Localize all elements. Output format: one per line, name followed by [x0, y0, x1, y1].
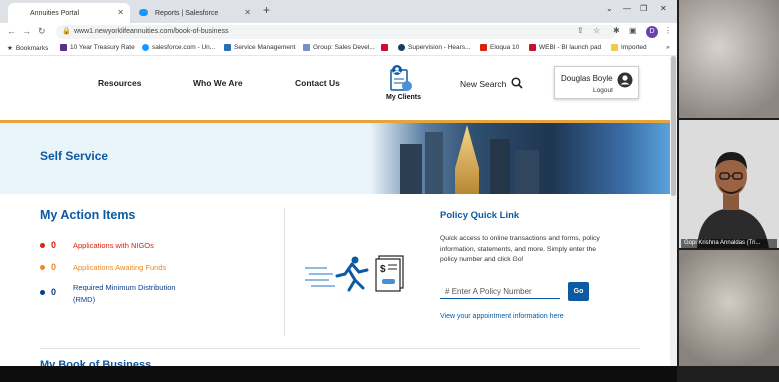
p-icon: [381, 44, 388, 51]
bookmark-item[interactable]: salesforce.com - Un...: [142, 44, 215, 51]
nav-who-we-are[interactable]: Who We Are: [193, 78, 243, 88]
action-count: 0: [51, 262, 57, 272]
policy-number-input[interactable]: # Enter A Policy Number: [440, 284, 560, 299]
nav-resources[interactable]: Resources: [98, 78, 141, 88]
reload-icon[interactable]: ↻: [38, 26, 46, 37]
bookmark-item[interactable]: 10 Year Treasury Rate: [60, 44, 135, 51]
policy-quick-link-title: Policy Quick Link: [440, 210, 520, 221]
video-call-panel: Gopi Krishna Annaldas (Tri...: [677, 0, 779, 382]
close-window-icon[interactable]: ✕: [660, 4, 667, 13]
tab-label: Reports | Salesforce: [155, 9, 219, 17]
status-dot: [40, 265, 45, 270]
url-text: www1.newyorklifeannuities.com/book-of-bu…: [74, 28, 229, 35]
user-menu[interactable]: Douglas Boyle Logout: [554, 66, 639, 99]
my-clients-link[interactable]: My Clients: [386, 94, 421, 101]
share-icon[interactable]: ⇪: [577, 26, 584, 35]
appointment-info-link[interactable]: View your appointment information here: [440, 313, 564, 320]
page-title: Self Service: [40, 149, 109, 163]
my-clients-icon[interactable]: [388, 64, 414, 92]
webi-icon: [529, 44, 536, 51]
policy-number-placeholder: Enter A Policy Number: [451, 287, 532, 296]
sn-icon: [224, 44, 231, 51]
new-search-button[interactable]: New Search: [460, 77, 523, 89]
bookmark-item[interactable]: [381, 44, 391, 51]
action-item-awaiting-funds[interactable]: 0 Applications Awaiting Funds: [40, 262, 166, 274]
bookmark-item[interactable]: Imported: [611, 44, 647, 51]
close-tab-icon[interactable]: ✕: [244, 8, 251, 17]
action-label[interactable]: Applications Awaiting Funds: [73, 262, 166, 274]
nav-contact-us[interactable]: Contact Us: [295, 78, 340, 88]
forward-icon[interactable]: →: [22, 26, 31, 36]
browser-tab-bar: Annuities Portal ✕ Reports | Salesforce …: [0, 0, 677, 23]
restore-icon[interactable]: ❐: [640, 4, 647, 13]
site-header: Resources Who We Are Contact Us My Clien…: [0, 56, 670, 120]
bookmark-item[interactable]: Group: Sales Devel...: [303, 44, 375, 51]
main-content: My Action Items 0 Applications with NIGO…: [0, 194, 670, 371]
bookmark-item[interactable]: ★ Bookmarks: [7, 44, 48, 53]
bookmarks-bar: ★ Bookmarks 10 Year Treasury Rate salesfo…: [0, 41, 677, 56]
y-icon: [60, 44, 67, 51]
close-tab-icon[interactable]: ✕: [117, 8, 124, 17]
eloqua-icon: [480, 44, 487, 51]
address-toolbar: ← → ↻ 🔒 www1.newyorklifeannuities.com/bo…: [0, 23, 677, 41]
menu-dots-icon[interactable]: ⋮: [664, 26, 672, 35]
folder-icon: [611, 44, 618, 51]
new-tab-button[interactable]: +: [263, 3, 270, 17]
hash-icon: #: [445, 287, 450, 296]
salesforce-icon: [142, 44, 149, 51]
bookmark-star-icon[interactable]: ☆: [593, 26, 600, 35]
bookmark-item[interactable]: Supervision - Hears...: [398, 44, 471, 51]
chevron-down-icon[interactable]: ⌄: [606, 4, 613, 13]
user-avatar-icon: [617, 72, 633, 88]
action-item-nigos[interactable]: 0 Applications with NIGOs: [40, 240, 154, 252]
action-item-rmd[interactable]: 0 Required Minimum Distribution (RMD): [40, 282, 193, 306]
section-divider: [284, 208, 285, 336]
url-bar[interactable]: 🔒 www1.newyorklifeannuities.com/book-of-…: [56, 25, 616, 39]
bookmark-item[interactable]: Eloqua 10: [480, 44, 519, 51]
tab-label: Annuities Portal: [30, 9, 80, 17]
go-button[interactable]: Go: [568, 282, 589, 301]
logout-link[interactable]: Logout: [593, 87, 613, 94]
tab-reports-salesforce[interactable]: Reports | Salesforce ✕: [133, 3, 257, 23]
search-icon: [511, 77, 523, 89]
salesforce-icon: [139, 9, 148, 16]
self-service-banner: Self Service: [0, 120, 670, 194]
lock-icon: 🔒: [62, 28, 71, 35]
h-icon: [398, 44, 405, 51]
minimize-icon[interactable]: —: [623, 4, 631, 13]
policy-quick-link-description: Quick access to online transactions and …: [440, 235, 600, 263]
back-icon[interactable]: ←: [7, 26, 16, 36]
sidebar-icon[interactable]: ▣: [629, 26, 637, 35]
video-tile: [679, 0, 779, 118]
runner-document-illustration: $: [305, 255, 404, 292]
profile-avatar[interactable]: D: [646, 26, 658, 38]
participant-video: [689, 130, 774, 248]
video-tile-active-speaker: Gopi Krishna Annaldas (Tri...: [679, 120, 779, 248]
action-count: 0: [51, 287, 57, 297]
tab-annuities-portal[interactable]: Annuities Portal ✕: [8, 3, 130, 23]
extensions-icon[interactable]: ✱: [613, 26, 620, 35]
svg-text:$: $: [380, 264, 386, 275]
taskbar: [0, 366, 779, 382]
action-count: 0: [51, 240, 57, 250]
user-name: Douglas Boyle: [561, 74, 613, 83]
group-icon: [303, 44, 310, 51]
bookmark-item[interactable]: Service Management: [224, 44, 295, 51]
star-icon: ★: [7, 45, 13, 52]
scrollbar-thumb[interactable]: [671, 56, 676, 196]
status-dot: [40, 290, 45, 295]
section-divider: [40, 348, 640, 349]
bookmark-item[interactable]: WEBI - BI launch pad: [529, 44, 601, 51]
participant-name: Gopi Krishna Annaldas (Tri...: [681, 239, 777, 248]
page-scrollbar[interactable]: [670, 56, 677, 366]
video-tile: [679, 250, 779, 366]
action-label[interactable]: Required Minimum Distribution (RMD): [73, 282, 193, 306]
status-dot: [40, 243, 45, 248]
action-label[interactable]: Applications with NIGOs: [73, 240, 154, 252]
more-bookmarks[interactable]: »: [666, 44, 670, 51]
action-items-title: My Action Items: [40, 208, 136, 222]
